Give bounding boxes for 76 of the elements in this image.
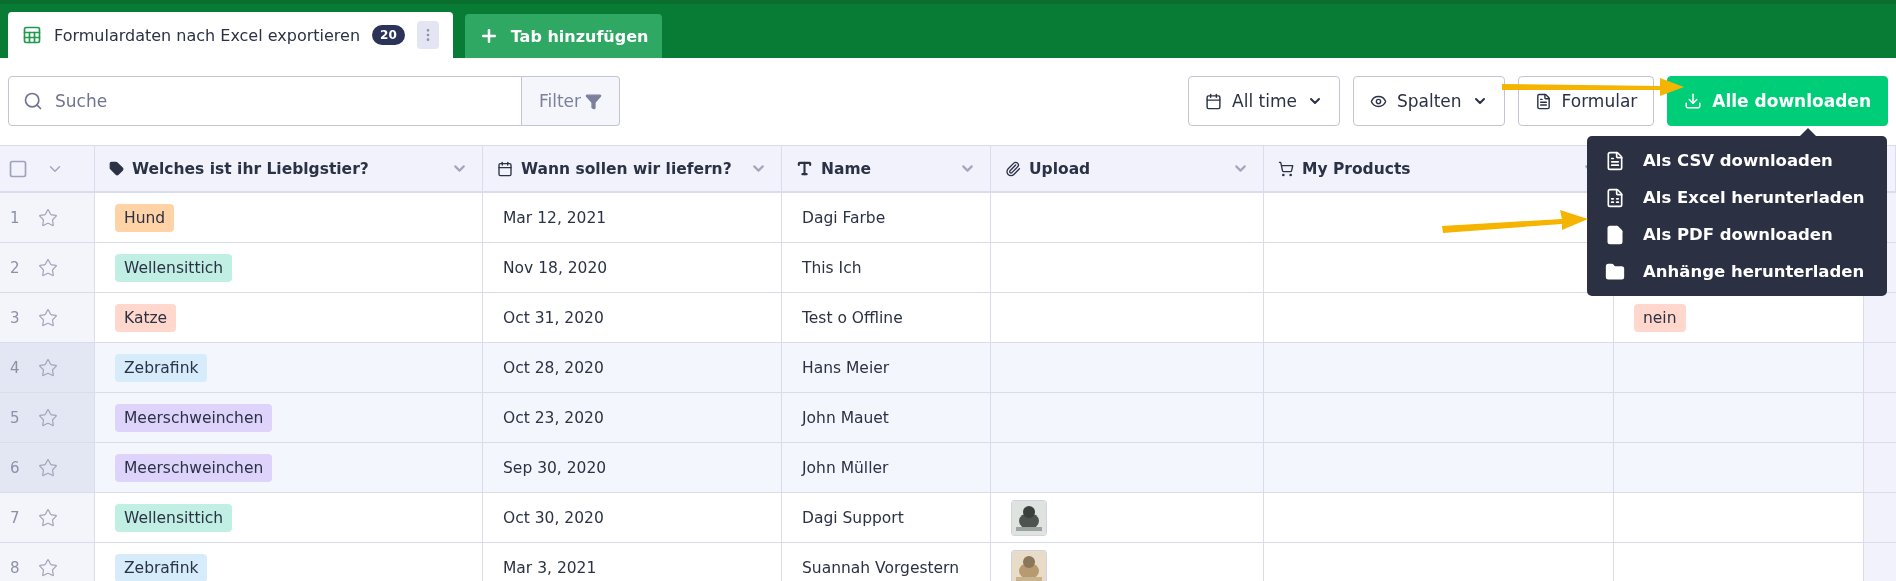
tag: Zebrafink bbox=[115, 353, 208, 382]
tag: Hund bbox=[115, 203, 175, 232]
star-icon[interactable] bbox=[37, 357, 58, 378]
pdf-file-icon bbox=[1605, 224, 1625, 245]
table-cell: Oct 30, 2020 bbox=[483, 493, 782, 543]
toolbar-button[interactable]: Spalten bbox=[1352, 76, 1505, 126]
column-title: My Products bbox=[1302, 159, 1412, 178]
star-icon[interactable] bbox=[37, 307, 58, 328]
spreadsheet-icon bbox=[22, 25, 42, 45]
row-number: 7 bbox=[10, 508, 20, 527]
table-cell: Oct 31, 2020 bbox=[483, 293, 782, 343]
star-icon[interactable] bbox=[37, 207, 58, 228]
table-cell: John Mauet bbox=[782, 393, 991, 443]
row-number: 8 bbox=[10, 558, 20, 577]
column-title: Upload bbox=[1029, 159, 1092, 178]
row-number: 5 bbox=[10, 408, 20, 427]
table-cell: John Müller bbox=[782, 443, 991, 493]
checkbox[interactable] bbox=[8, 158, 28, 179]
column-header[interactable]: Wann sollen wir liefern? bbox=[483, 145, 782, 193]
thumbnail[interactable] bbox=[1011, 549, 1047, 581]
calendar-icon bbox=[497, 160, 513, 177]
table-cell: Test o Offline bbox=[782, 293, 991, 343]
row-number: 2 bbox=[10, 258, 20, 277]
download-icon bbox=[1684, 92, 1703, 110]
row-number: 1 bbox=[10, 208, 20, 227]
column-title: Wann sollen wir liefern? bbox=[521, 159, 733, 178]
table-cell: Oct 28, 2020 bbox=[483, 343, 782, 393]
row-number: 3 bbox=[10, 308, 20, 327]
row-number: 4 bbox=[10, 358, 20, 377]
filter-button[interactable]: Filter bbox=[522, 76, 620, 126]
row-number: 6 bbox=[10, 458, 20, 477]
table-cell: This Ich bbox=[782, 243, 991, 293]
table-cell: Nov 18, 2020 bbox=[483, 243, 782, 293]
star-icon[interactable] bbox=[37, 557, 58, 578]
tag: Zebrafink bbox=[115, 553, 208, 581]
column-title: Welches ist ihr Lieblgstier? bbox=[132, 159, 370, 178]
text-icon bbox=[796, 160, 813, 177]
star-icon[interactable] bbox=[37, 407, 58, 428]
thumbnail[interactable] bbox=[1011, 499, 1047, 536]
table-cell: Oct 23, 2020 bbox=[483, 393, 782, 443]
tag-icon bbox=[109, 161, 124, 176]
star-icon[interactable] bbox=[37, 457, 58, 478]
column-header[interactable]: Upload bbox=[991, 145, 1264, 193]
table-cell: Sep 30, 2020 bbox=[483, 443, 782, 493]
table-cell: Dagi Support bbox=[782, 493, 991, 543]
search-field[interactable]: Suche bbox=[8, 76, 522, 126]
table-cell: Mar 12, 2021 bbox=[483, 193, 782, 243]
document-icon bbox=[1534, 92, 1552, 110]
menu-item[interactable]: Anhänge herunterladen bbox=[1587, 253, 1887, 290]
count-badge: 20 bbox=[372, 25, 405, 45]
column-header[interactable]: Welches ist ihr Lieblgstier? bbox=[95, 145, 483, 193]
csv-file-icon bbox=[1605, 150, 1625, 171]
tab[interactable]: Formulardaten nach Excel exportieren 20 bbox=[8, 12, 453, 58]
tag: Meerschweinchen bbox=[115, 453, 273, 482]
tag: Wellensittich bbox=[115, 503, 233, 532]
toolbar-button[interactable]: All time bbox=[1188, 76, 1340, 126]
spreadsheet-file-icon bbox=[1605, 187, 1625, 208]
tag: Wellensittich bbox=[115, 253, 233, 282]
menu-item[interactable]: Als PDF downloaden bbox=[1587, 216, 1887, 253]
star-icon[interactable] bbox=[37, 257, 58, 278]
more-icon[interactable] bbox=[416, 21, 439, 49]
table-cell: Hans Meier bbox=[782, 343, 991, 393]
folder-icon bbox=[1605, 261, 1625, 282]
paperclip-icon bbox=[1005, 160, 1021, 177]
toolbar-button[interactable]: Formular bbox=[1517, 76, 1655, 126]
filter-icon bbox=[585, 92, 603, 110]
star-icon[interactable] bbox=[37, 507, 58, 528]
table-cell: Dagi Farbe bbox=[782, 193, 991, 243]
tag: nein bbox=[1634, 303, 1686, 332]
cart-icon bbox=[1278, 160, 1294, 177]
calendar-icon bbox=[1205, 92, 1223, 110]
search-icon bbox=[23, 91, 43, 111]
column-title: Name bbox=[821, 159, 873, 178]
column-header[interactable]: Name bbox=[782, 145, 991, 193]
tag: Katze bbox=[115, 303, 177, 332]
tag: Meerschweinchen bbox=[115, 403, 273, 432]
